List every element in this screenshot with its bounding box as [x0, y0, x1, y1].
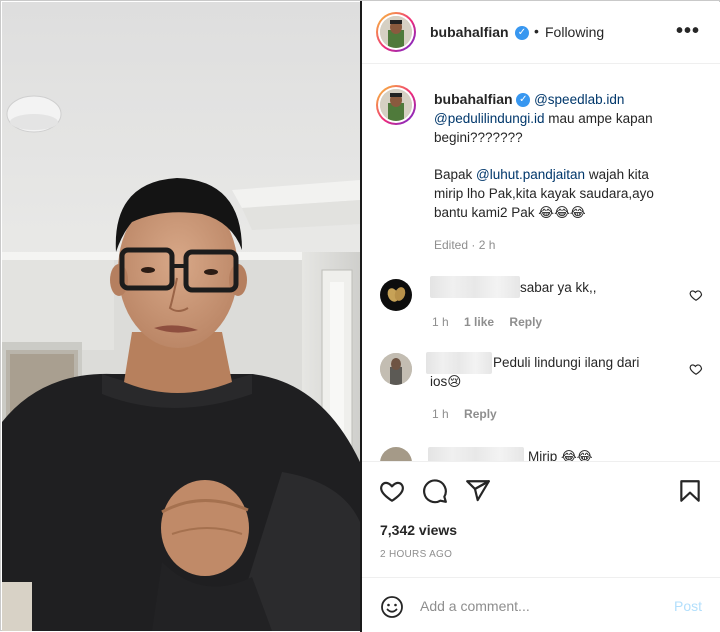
mention-speedlab[interactable]: @speedlab.idn [534, 92, 624, 107]
commenter-avatar[interactable] [380, 279, 412, 311]
comment-like-heart-icon[interactable] [689, 362, 703, 376]
mention-pedulilindungi[interactable]: @pedulilindungi.id [434, 111, 545, 126]
caption-text: begini??????? [434, 130, 523, 145]
post-button[interactable]: Post [674, 598, 702, 614]
comment-meta: 1 h Reply [432, 407, 497, 421]
mention-luhut[interactable]: @luhut.pandjaitan [476, 167, 585, 182]
avatar-photo [380, 16, 412, 48]
caption-time[interactable]: 2 h [479, 238, 496, 252]
comment-input[interactable] [420, 592, 650, 620]
more-options-icon[interactable]: ••• [676, 20, 700, 43]
commenter-avatar[interactable] [380, 353, 412, 385]
post-details-panel: bubahalfian ✓ • Following ••• bubahalfia… [362, 2, 720, 631]
caption-username[interactable]: bubahalfian [434, 91, 513, 107]
comment-likes[interactable]: 1 like [464, 315, 494, 329]
avatar-photo [387, 287, 406, 302]
redacted-username [428, 447, 524, 461]
share-icon[interactable] [465, 478, 491, 504]
video-frame-illustration [2, 2, 360, 631]
avatar-photo [380, 353, 412, 385]
reply-button[interactable]: Reply [509, 315, 542, 329]
caption-text: mirip lho Pak,kita kayak saudara,ayo [434, 186, 654, 201]
following-button[interactable]: Following [545, 24, 604, 40]
meta-dot: · [471, 238, 476, 252]
reply-button[interactable]: Reply [464, 407, 497, 421]
comment-item: Peduli lindungi ilang dari ios😢 1 h Repl… [362, 349, 720, 429]
commenter-avatar[interactable] [380, 447, 412, 461]
caption-text: mau ampe kapan [544, 111, 653, 126]
comment-time[interactable]: 1 h [432, 407, 449, 421]
comments-section[interactable]: bubahalfian ✓ @speedlab.idn @pedulilindu… [362, 65, 720, 461]
bookmark-icon[interactable] [677, 478, 703, 504]
post-caption: bubahalfian ✓ @speedlab.idn @pedulilindu… [434, 90, 709, 255]
comment-item: Mirip 😂😂 [362, 445, 720, 461]
author-avatar[interactable] [376, 12, 416, 52]
post-dialog: bubahalfian ✓ • Following ••• bubahalfia… [0, 0, 720, 632]
redacted-username [426, 352, 492, 374]
caption-text: Bapak [434, 167, 477, 182]
author-username[interactable]: bubahalfian [430, 24, 509, 40]
comment-text: ios😢 [430, 374, 462, 389]
comment-text: sabar ya kk,, [520, 280, 597, 295]
emoji-icon[interactable] [380, 595, 404, 619]
comment-like-heart-icon[interactable] [689, 288, 703, 302]
caption-meta: Edited · 2 h [434, 236, 709, 255]
caption-text: bantu kami2 Pak 😂😂😂 [434, 205, 586, 220]
edited-label: Edited [434, 238, 469, 252]
comment-icon[interactable] [422, 478, 448, 504]
comment-text: Mirip 😂😂 [528, 449, 593, 461]
caption-author-avatar[interactable] [376, 85, 416, 125]
caption-text: wajah kita [585, 167, 649, 182]
post-media-video[interactable] [2, 2, 360, 631]
redacted-username [430, 276, 520, 298]
comment-text: Peduli lindungi ilang dari [493, 355, 640, 370]
comment-meta: 1 h 1 like Reply [432, 315, 542, 329]
heart-icon[interactable] [379, 478, 405, 504]
comment-time[interactable]: 1 h [432, 315, 449, 329]
view-count[interactable]: 7,342 views [380, 522, 457, 538]
add-comment-bar: Post [362, 577, 720, 631]
post-timestamp[interactable]: 2 HOURS AGO [380, 549, 452, 560]
post-actions: 7,342 views 2 HOURS AGO [362, 461, 720, 577]
verified-badge-icon: ✓ [516, 93, 531, 108]
verified-badge-icon: ✓ [515, 26, 529, 40]
avatar-photo [380, 89, 412, 121]
comment-item: sabar ya kk,, 1 h 1 like Reply [362, 273, 720, 353]
post-header: bubahalfian ✓ • Following ••• [362, 2, 720, 64]
header-separator: • [534, 23, 539, 39]
